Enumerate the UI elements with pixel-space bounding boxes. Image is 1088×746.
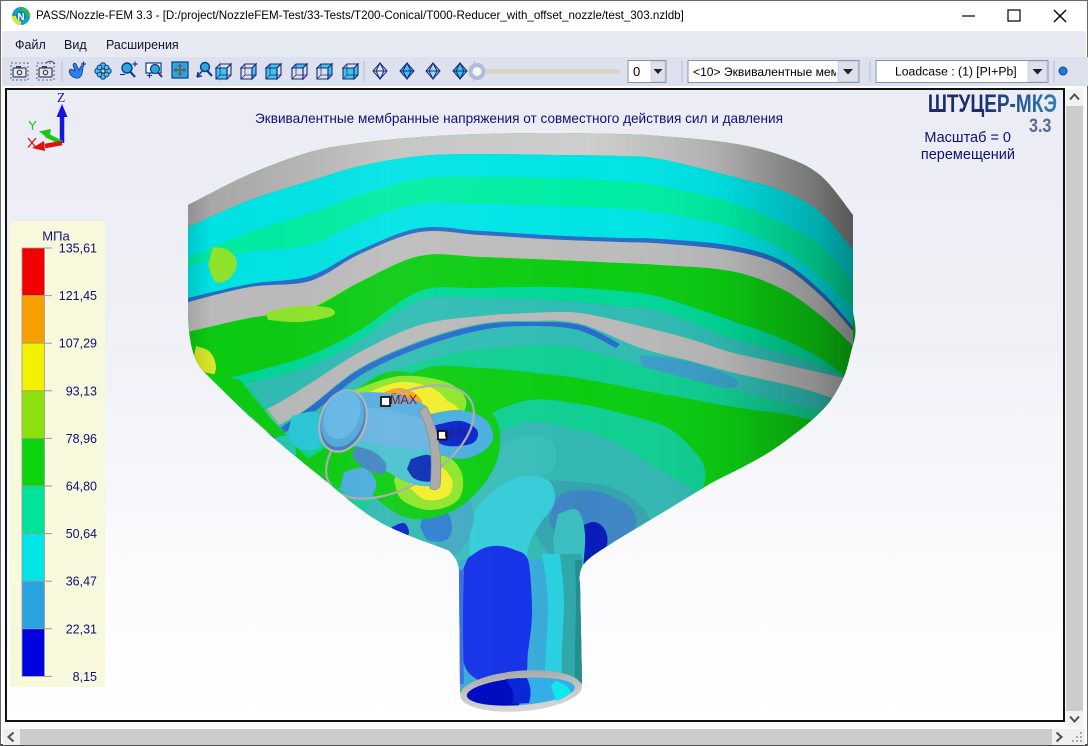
svg-text:22,31: 22,31 [66,622,97,636]
svg-text:78,96: 78,96 [66,432,97,446]
svg-text:64,80: 64,80 [66,480,97,494]
svg-text:N: N [17,12,24,23]
svg-text:50,64: 50,64 [66,527,97,541]
svg-text:135,61: 135,61 [59,242,97,256]
svg-text:121,45: 121,45 [59,289,97,303]
svg-text:8,15: 8,15 [73,670,97,684]
svg-text:107,29: 107,29 [59,337,97,351]
svg-text:0: 0 [633,64,640,79]
svg-text:93,13: 93,13 [66,384,97,398]
svg-text:MAX: MAX [390,393,418,407]
svg-text:MIN: MIN [444,426,467,440]
svg-text:36,47: 36,47 [66,575,97,589]
svg-text:Loadcase : (1) [PI+Pb]: Loadcase : (1) [PI+Pb] [895,65,1017,79]
svg-text:Z: Z [57,90,65,105]
